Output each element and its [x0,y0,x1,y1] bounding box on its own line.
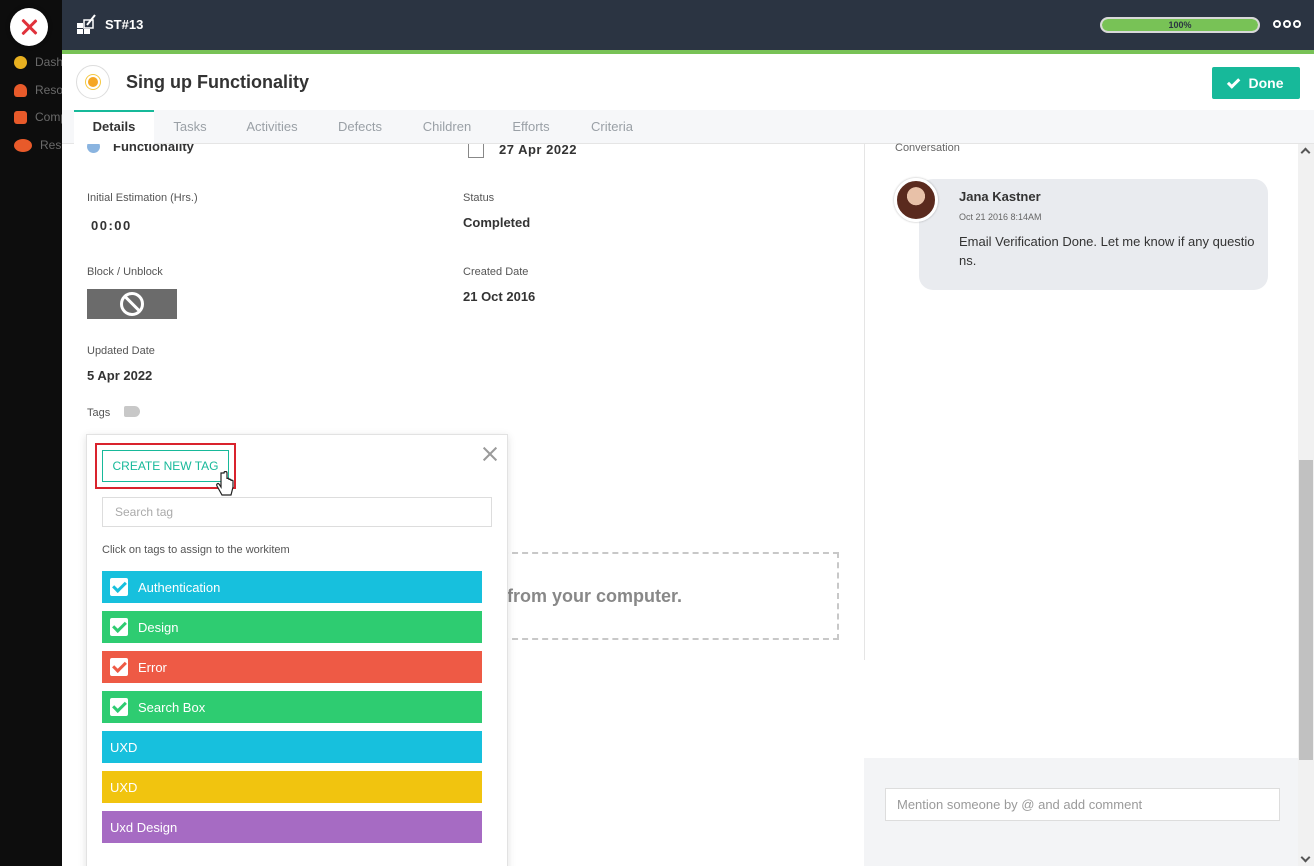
category-icon [87,144,100,153]
category-value: Functionality [113,144,194,154]
tag-item[interactable]: Design [102,611,482,643]
estimation-value[interactable]: 00:00 [91,218,132,233]
ban-icon [120,292,144,316]
create-new-tag-button[interactable]: CREATE NEW TAG [102,450,229,482]
tag-label: Error [138,659,167,675]
estimation-label: Initial Estimation (Hrs.) [87,192,198,204]
tag-item[interactable]: Authentication [102,571,482,603]
checkbox-checked-icon[interactable] [110,618,128,636]
column-divider [864,144,865,660]
tab-tasks[interactable]: Tasks [158,110,222,144]
scrollbar[interactable] [1298,144,1314,866]
tag-item[interactable]: Uxd Design [102,811,482,843]
updated-label: Updated Date [87,345,155,357]
nav-item-resources[interactable]: Resources [14,80,62,100]
nav-item-dashboard[interactable]: Dashboard [14,52,62,72]
due-date-value[interactable]: 27 Apr 2022 [499,144,577,157]
left-nav: Dashboard Resources Company Resources [0,0,62,866]
tab-criteria[interactable]: Criteria [576,110,648,144]
created-label: Created Date [463,266,529,278]
status-label: Status [463,192,495,204]
tag-label: Design [138,619,179,635]
workitem-header: Sing up Functionality Done [62,54,1314,110]
scroll-down-icon[interactable] [1300,852,1311,863]
block-toggle-button[interactable] [87,289,177,319]
tag-icon[interactable] [124,406,140,417]
created-value: 21 Oct 2016 [463,289,536,304]
progress-label: 100% [1168,20,1192,30]
close-panel-button[interactable] [10,8,48,46]
calendar-icon [14,110,27,124]
tab-bar: Details Tasks Activities Defects Childre… [62,110,1314,144]
close-icon[interactable] [481,445,499,463]
tag-popup: CREATE NEW TAG Click on tags to assign t… [86,434,508,866]
tab-children[interactable]: Children [408,110,486,144]
tag-label: Search Box [138,699,206,715]
comment-area [864,758,1298,866]
message-time: Oct 21 2016 8:14AM [959,212,1042,222]
tab-defects[interactable]: Defects [324,110,396,144]
story-icon [77,14,96,34]
updated-value: 5 Apr 2022 [87,368,153,383]
close-icon [20,18,38,36]
user-icon [14,83,27,97]
more-options-button[interactable] [1273,20,1301,28]
tag-item[interactable]: Error [102,651,482,683]
status-value[interactable]: Completed [463,215,530,230]
tags-label: Tags [87,407,111,419]
tag-item[interactable]: UXD [102,731,482,763]
file-dropzone[interactable]: t from your computer. [492,552,839,640]
progress-bar: 100% [1100,17,1260,33]
nav-item-resources-2[interactable]: Resources [14,135,62,155]
tab-details[interactable]: Details [74,110,154,144]
workitem-panel: ST#13 100% Sing up Functionality Done De… [62,0,1314,866]
tab-efforts[interactable]: Efforts [498,110,564,144]
message-author: Jana Kastner [959,189,1041,204]
check-icon [1226,74,1240,89]
tag-label: Authentication [138,579,221,595]
edit-date-icon[interactable] [468,144,484,158]
lightbulb-icon [76,65,110,99]
comment-input[interactable] [885,788,1280,821]
checkbox-checked-icon[interactable] [110,658,128,676]
dashboard-icon [14,55,27,69]
block-label: Block / Unblock [87,266,163,278]
dot-icon [1273,20,1281,28]
tag-label: UXD [110,739,138,755]
dot-icon [1283,20,1291,28]
users-icon [14,138,32,152]
progress-fill: 100% [1102,19,1258,31]
tab-activities[interactable]: Activities [232,110,312,144]
tag-item[interactable]: UXD [102,771,482,803]
page-title: Sing up Functionality [126,72,309,92]
checkbox-checked-icon[interactable] [110,698,128,716]
top-bar: ST#13 100% [62,0,1314,54]
avatar [894,178,938,222]
conversation-label: Conversation [895,142,960,154]
tag-item[interactable]: Search Box [102,691,482,723]
tag-label: Uxd Design [110,819,178,835]
scroll-thumb[interactable] [1299,460,1313,760]
message-bubble: Jana Kastner Oct 21 2016 8:14AM Email Ve… [919,179,1268,290]
workitem-id: ST#13 [105,17,144,32]
done-button[interactable]: Done [1212,67,1300,99]
nav-item-company[interactable]: Company [14,107,62,127]
tag-label: UXD [110,779,138,795]
message-text: Email Verification Done. Let me know if … [959,234,1255,268]
checkbox-checked-icon[interactable] [110,578,128,596]
search-tag-input[interactable] [102,497,492,527]
dropzone-text: t from your computer. [496,585,683,606]
scroll-up-icon[interactable] [1300,147,1311,158]
dot-icon [1293,20,1301,28]
tag-hint: Click on tags to assign to the workitem [102,544,290,556]
